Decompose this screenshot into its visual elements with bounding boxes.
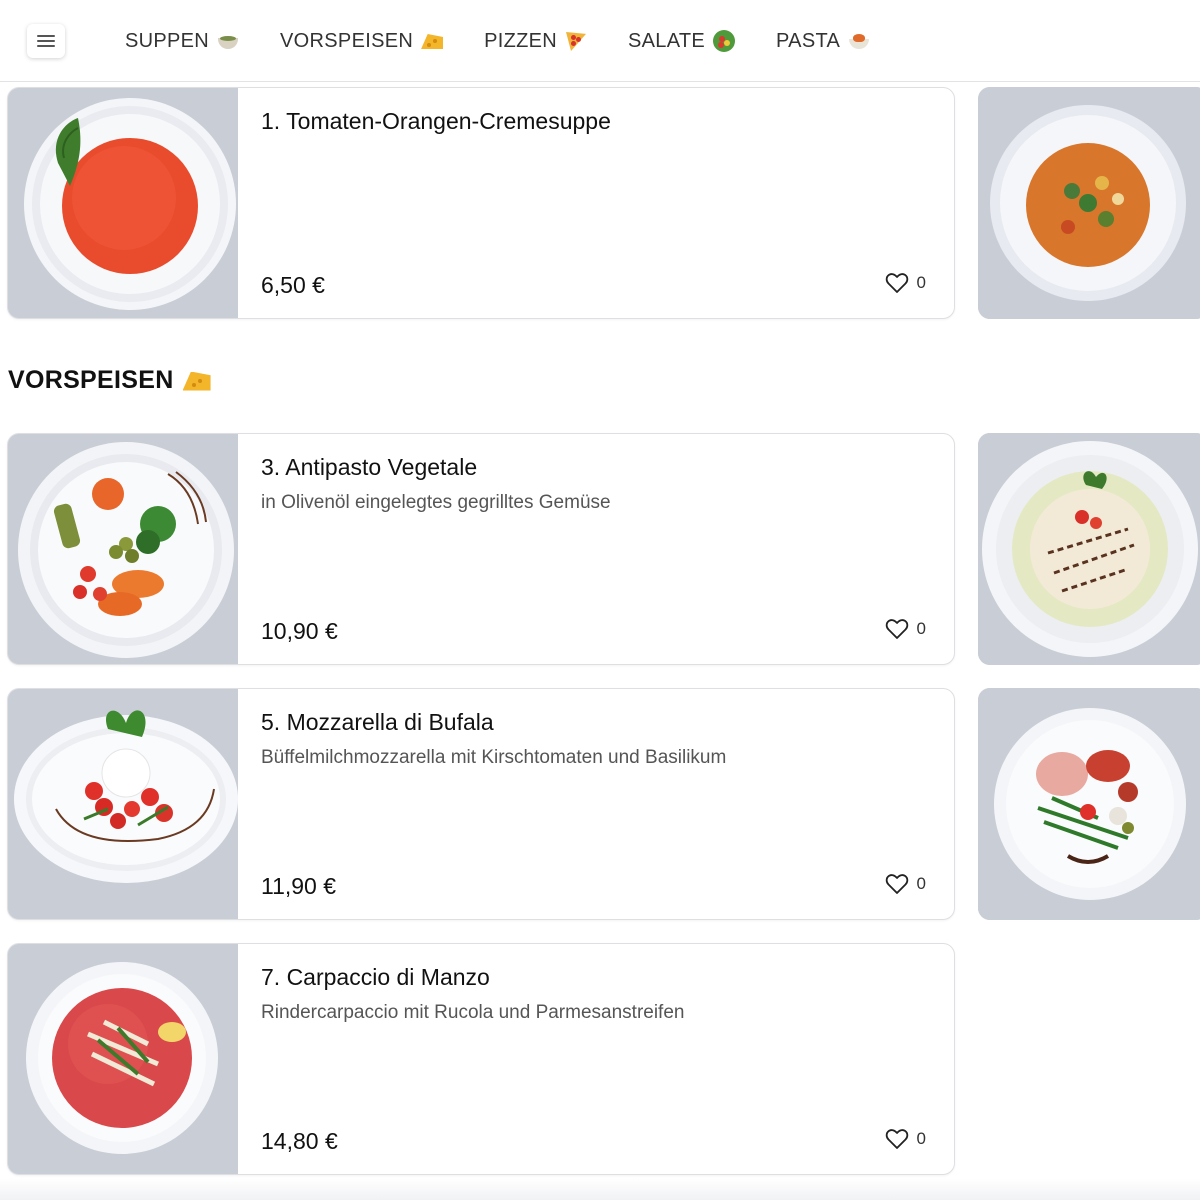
category-nav: SUPPEN VORSPEISEN PIZZEN SALATE PASTA [125,0,911,82]
nav-item-label: VORSPEISEN [280,29,414,52]
menu-item-card[interactable]: 5. Mozzarella di Bufala Büffelmilchmozza… [7,688,955,920]
like-count: 0 [916,273,926,292]
dish-photo-antipasto-vegetale [8,434,238,664]
nav-item-label: SALATE [628,29,706,52]
nav-item-suppen[interactable]: SUPPEN [125,21,240,61]
hamburger-menu-icon-bar [37,45,55,47]
dish-price: 10,90 € [261,618,338,644]
dish-title: 3. Antipasto Vegetale [261,454,478,480]
dish-description: in Olivenöl eingelegtes gegrilltes Gemüs… [261,492,611,513]
menu-item-card[interactable]: 3. Antipasto Vegetale in Olivenöl eingel… [7,433,955,665]
menu-item-card[interactable]: 7. Carpaccio di Manzo Rindercarpaccio mi… [7,943,955,1175]
dish-title: 1. Tomaten-Orangen-Cremesuppe [261,108,611,134]
salad-icon [712,29,736,53]
dish-price: 14,80 € [261,1128,338,1154]
nav-item-pizzen[interactable]: PIZZEN [484,21,588,61]
dish-photo-vegetable-soup[interactable] [978,87,1200,319]
heart-icon [885,619,908,639]
nav-item-label: PIZZEN [484,29,558,52]
hamburger-menu-icon-bar [37,40,55,42]
scroll-fade [0,1178,1200,1200]
dish-photo-tomato-soup [8,88,238,318]
nav-item-label: SUPPEN [125,29,210,52]
hamburger-menu-icon [37,35,55,37]
like-button[interactable]: 0 [885,873,926,895]
dish-photo-antipasto-misto[interactable] [978,688,1200,920]
dish-title: 7. Carpaccio di Manzo [261,964,490,990]
dish-price: 6,50 € [261,272,325,298]
section-heading-vorspeisen: VORSPEISEN [8,366,212,395]
cheese-icon [420,29,444,53]
dish-description: Büffelmilchmozzarella mit Kirschtomaten … [261,747,727,768]
heart-icon [885,874,908,894]
heart-icon [885,273,908,293]
like-button[interactable]: 0 [885,1128,926,1150]
like-count: 0 [916,619,926,638]
hamburger-menu-button[interactable] [27,24,65,58]
nav-item-pasta[interactable]: PASTA [776,21,871,61]
top-navigation: SUPPEN VORSPEISEN PIZZEN SALATE PASTA [0,0,1200,82]
like-button[interactable]: 0 [885,272,926,294]
menu-item-card[interactable]: 1. Tomaten-Orangen-Cremesuppe 6,50 € 0 [7,87,955,319]
heart-icon [885,1129,908,1149]
nav-item-vorspeisen[interactable]: VORSPEISEN [280,21,444,61]
dish-photo-mozzarella-di-bufala [8,689,238,919]
pasta-bowl-icon [847,29,871,53]
section-heading-label: VORSPEISEN [8,366,174,394]
nav-item-salate[interactable]: SALATE [628,21,736,61]
nav-item-label: PASTA [776,29,841,52]
dish-description: Rindercarpaccio mit Rucola und Parmesans… [261,1002,685,1023]
like-count: 0 [916,1129,926,1148]
dish-photo-carpaccio-di-manzo [8,944,238,1174]
dish-price: 11,90 € [261,873,337,899]
dish-photo-zucchini-carpaccio[interactable] [978,433,1200,665]
cheese-icon [182,367,212,395]
like-button[interactable]: 0 [885,618,926,640]
dish-title: 5. Mozzarella di Bufala [261,709,494,735]
like-count: 0 [916,874,926,893]
pizza-slice-icon [564,29,588,53]
soup-bowl-icon [216,29,240,53]
